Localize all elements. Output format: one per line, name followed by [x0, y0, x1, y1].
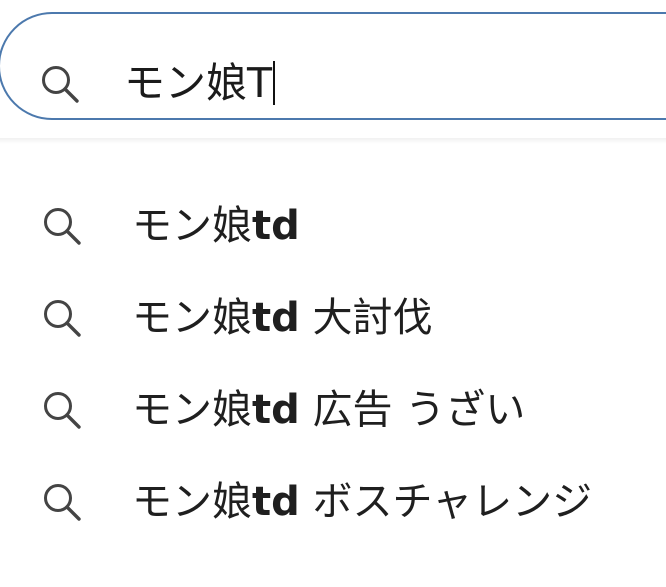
search-autocomplete: モン娘T モン娘td モン娘td 大討伐 モン娘td 広告 うざい モン娘td …	[0, 0, 666, 587]
suggestion-suffix-text: 大討伐	[299, 295, 433, 341]
suggestion-text: モン娘td 大討伐	[132, 288, 432, 348]
search-input[interactable]: モン娘T	[124, 52, 276, 114]
suggestion-completion-text: td	[252, 387, 300, 433]
suggestion-suffix-text: 広告 うざい	[299, 387, 526, 433]
suggestion-completion-text: td	[252, 203, 300, 249]
suggestion-item[interactable]: モン娘td ボスチャレンジ	[0, 456, 666, 548]
suggestion-typed-text: モン娘	[132, 387, 252, 433]
suggestion-item[interactable]: モン娘td	[0, 180, 666, 272]
suggestion-dropdown-divider	[0, 138, 666, 144]
suggestion-item[interactable]: モン娘td 大討伐	[0, 272, 666, 364]
suggestion-text: モン娘td 広告 うざい	[132, 380, 525, 440]
search-box[interactable]: モン娘T	[0, 12, 666, 120]
search-input-value: モン娘T	[124, 59, 273, 107]
suggestion-completion-text: td	[252, 295, 300, 341]
search-icon	[40, 388, 84, 432]
text-caret	[273, 61, 276, 105]
suggestion-text: モン娘td	[132, 196, 300, 256]
search-icon	[40, 204, 84, 248]
suggestion-typed-text: モン娘	[132, 479, 252, 525]
search-icon	[38, 62, 82, 106]
suggestion-typed-text: モン娘	[132, 203, 252, 249]
suggestion-completion-text: td	[252, 479, 300, 525]
search-icon	[40, 296, 84, 340]
suggestion-text: モン娘td ボスチャレンジ	[132, 472, 592, 532]
search-icon	[40, 480, 84, 524]
suggestion-item[interactable]: モン娘td 広告 うざい	[0, 364, 666, 456]
suggestion-suffix-text: ボスチャレンジ	[299, 479, 593, 525]
suggestion-typed-text: モン娘	[132, 295, 252, 341]
suggestion-list: モン娘td モン娘td 大討伐 モン娘td 広告 うざい モン娘td ボスチャレ…	[0, 180, 666, 548]
